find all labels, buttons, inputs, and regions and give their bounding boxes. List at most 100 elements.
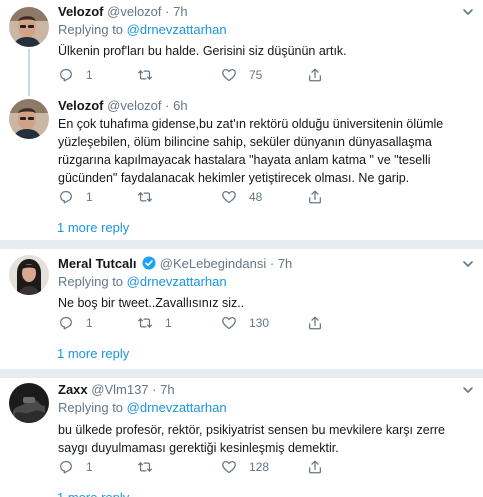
avatar-image: [9, 99, 49, 139]
thread-line: [28, 49, 30, 96]
tweet-header: Zaxx @Vlm137 · 7h: [58, 381, 475, 399]
avatar-image: [9, 383, 49, 423]
share-button[interactable]: [307, 458, 335, 476]
more-replies-link[interactable]: 1 more reply: [57, 219, 129, 237]
user-handle[interactable]: @Vlm137: [91, 382, 148, 397]
caret-down-icon[interactable]: [461, 383, 475, 397]
reply-icon: [60, 69, 72, 82]
replying-to: Replying to @drnevzattarhan: [58, 273, 475, 291]
like-count: 128: [249, 460, 270, 474]
avatar[interactable]: [9, 99, 49, 139]
reply-icon: [60, 461, 72, 474]
tweet[interactable]: Velozof @velozof · 7h Replying to @drnev…: [0, 0, 483, 92]
more-replies-link[interactable]: 1 more reply: [57, 345, 129, 363]
avatar-image: [9, 255, 49, 295]
verified-badge-icon: [142, 256, 156, 270]
caret-down-icon[interactable]: [461, 257, 475, 271]
share-icon: [309, 190, 321, 204]
reply-icon: [60, 317, 72, 330]
display-name[interactable]: Zaxx: [58, 382, 88, 397]
separator-dot: ·: [269, 256, 275, 271]
separator-dot: ·: [165, 98, 170, 113]
tweet-text: Ne boş bir tweet..Zavallısınız siz..: [58, 296, 245, 310]
like-button[interactable]: 75: [221, 66, 262, 84]
replying-to: Replying to @drnevzattarhan: [58, 21, 475, 39]
like-count: 48: [249, 190, 263, 204]
mention-link[interactable]: @drnevzattarhan: [127, 400, 227, 415]
reply-button[interactable]: 1: [58, 66, 93, 84]
avatar-image: [9, 7, 49, 47]
replying-to-label: Replying to: [58, 22, 124, 37]
reply-count: 1: [86, 316, 93, 330]
tweet-actions: 1 1 130: [58, 314, 321, 332]
avatar[interactable]: [9, 255, 49, 295]
retweet-button[interactable]: [137, 66, 165, 84]
user-handle[interactable]: @velozof: [107, 4, 161, 19]
like-count: 130: [249, 316, 270, 330]
like-button[interactable]: 128: [221, 458, 269, 476]
reply-button[interactable]: 1: [58, 458, 93, 476]
share-button[interactable]: [307, 66, 335, 84]
caret-down-icon[interactable]: [461, 5, 475, 19]
reply-count: 1: [86, 68, 93, 82]
divider: [0, 240, 483, 249]
like-button[interactable]: 130: [221, 314, 269, 332]
tweet-text: En çok tuhafıma gidense,bu zat'ın rektör…: [58, 117, 444, 185]
retweet-button[interactable]: [137, 458, 165, 476]
display-name[interactable]: Meral Tutcalı: [58, 256, 137, 271]
user-handle[interactable]: @velozof: [107, 98, 161, 113]
tweet-timestamp[interactable]: 6h: [173, 98, 187, 113]
tweet[interactable]: Zaxx @Vlm137 · 7h Replying to @drnevzatt…: [0, 378, 483, 497]
share-icon: [309, 316, 321, 330]
replying-to: Replying to @drnevzattarhan: [58, 399, 475, 417]
share-button[interactable]: [307, 314, 335, 332]
retweet-icon: [137, 192, 153, 202]
replying-to-label: Replying to: [58, 274, 124, 289]
tweet-actions: 1 128: [58, 458, 321, 476]
display-name[interactable]: Velozof: [58, 4, 104, 19]
tweet-header: Meral Tutcalı @KeLebegindansi · 7h: [58, 255, 475, 273]
mention-link[interactable]: @drnevzattarhan: [127, 22, 227, 37]
retweet-icon: [137, 462, 153, 472]
tweet-timestamp[interactable]: 7h: [160, 382, 174, 397]
tweet[interactable]: Velozof @velozof · 6h En çok tuhafıma gi…: [0, 96, 483, 238]
tweet-timestamp[interactable]: 7h: [173, 4, 187, 19]
display-name[interactable]: Velozof: [58, 98, 104, 113]
avatar[interactable]: [9, 7, 49, 47]
tweet-actions: 1 75: [58, 66, 321, 84]
retweet-count: 1: [165, 316, 172, 330]
mention-link[interactable]: @drnevzattarhan: [127, 274, 227, 289]
share-icon: [309, 460, 321, 474]
retweet-button[interactable]: 1: [137, 314, 172, 332]
retweet-icon: [137, 70, 153, 80]
reply-count: 1: [86, 190, 93, 204]
separator-dot: ·: [165, 4, 170, 19]
like-icon: [222, 191, 236, 204]
tweet[interactable]: Meral Tutcalı @KeLebegindansi · 7h Reply…: [0, 249, 483, 369]
tweet-header: Velozof @velozof · 7h: [58, 3, 475, 21]
reply-icon: [60, 191, 72, 204]
separator-dot: ·: [152, 382, 157, 397]
reply-button[interactable]: 1: [58, 188, 93, 206]
tweet-actions: 1 48: [58, 188, 321, 206]
like-icon: [222, 317, 236, 330]
like-icon: [222, 461, 236, 474]
tweet-text: bu ülkede profesör, rektör, psikiyatrist…: [58, 423, 445, 455]
like-count: 75: [249, 68, 263, 82]
like-icon: [222, 69, 236, 82]
retweet-button[interactable]: [137, 188, 165, 206]
share-button[interactable]: [307, 188, 335, 206]
avatar[interactable]: [9, 383, 49, 423]
replying-to-label: Replying to: [58, 400, 124, 415]
user-handle[interactable]: @KeLebegindansi: [160, 256, 266, 271]
retweet-icon: [137, 318, 153, 328]
like-button[interactable]: 48: [221, 188, 262, 206]
reply-count: 1: [86, 460, 93, 474]
tweet-header: Velozof @velozof · 6h: [58, 97, 475, 115]
tweet-text: Ülkenin prof'ları bu halde. Gerisini siz…: [58, 44, 347, 58]
share-icon: [309, 68, 321, 82]
divider: [0, 369, 483, 378]
reply-button[interactable]: 1: [58, 314, 93, 332]
tweet-timestamp[interactable]: 7h: [278, 256, 292, 271]
more-replies-link[interactable]: 1 more reply: [57, 489, 129, 497]
